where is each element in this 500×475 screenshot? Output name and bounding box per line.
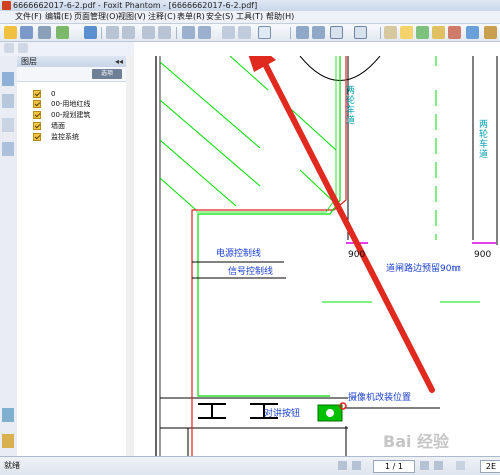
layer-visible-checkbox[interactable] <box>33 90 41 98</box>
dimension-900-right: 900 <box>474 250 492 260</box>
document-view[interactable]: 两轮车道 两轮车道 电源控制线 信号控制线 900 900 道闸路边预留90㎜ … <box>134 56 500 456</box>
toolbar-separator <box>380 27 381 39</box>
menu-help[interactable]: 帮助(H) <box>266 11 294 23</box>
redo-icon[interactable] <box>238 26 251 39</box>
baidu-watermark: Bai 经验 <box>383 432 450 451</box>
back-icon[interactable] <box>456 461 465 470</box>
menu-view[interactable]: 视图(V) <box>118 11 146 23</box>
main-toolbar <box>0 24 500 42</box>
menu-form[interactable]: 表单(R) <box>177 11 205 23</box>
search-icon[interactable] <box>4 43 14 53</box>
zoom-field[interactable]: 2E <box>480 460 500 473</box>
menu-security[interactable]: 安全(S) <box>206 11 233 23</box>
prev-page-icon[interactable] <box>352 461 361 470</box>
layer-label: 00-用地红线 <box>51 100 91 108</box>
layer-visible-checkbox[interactable] <box>33 133 41 141</box>
layer-visible-checkbox[interactable] <box>33 122 41 130</box>
open-icon[interactable] <box>4 26 17 39</box>
dimension-900-left: 900 <box>348 250 366 260</box>
scan-icon[interactable] <box>84 26 97 39</box>
layer-visible-checkbox[interactable] <box>33 100 41 108</box>
layers-tab-icon[interactable] <box>2 142 14 156</box>
toolbar-separator <box>290 27 291 39</box>
lane-label-right: 两轮车道 <box>479 120 489 160</box>
zoom-in-icon[interactable] <box>354 26 367 39</box>
zoom-out-icon[interactable] <box>330 26 343 39</box>
page-layout-icon[interactable] <box>182 26 195 39</box>
save-icon[interactable] <box>20 26 33 39</box>
layer-label: 墙面 <box>51 122 65 130</box>
intercom-button-label: 对讲按钮 <box>264 409 301 419</box>
next-page-icon[interactable] <box>420 461 429 470</box>
print-icon[interactable] <box>38 26 51 39</box>
panel-options-bar: 选项 <box>17 67 126 82</box>
app-icon <box>2 1 11 10</box>
status-bar: 就绪 1 / 1 2E <box>0 456 500 475</box>
snapshot-icon[interactable] <box>416 26 429 39</box>
last-page-icon[interactable] <box>434 461 443 470</box>
dropdown-icon[interactable] <box>18 43 28 53</box>
fit-page-icon[interactable] <box>296 26 309 39</box>
first-page-icon[interactable] <box>338 461 347 470</box>
cad-drawing <box>155 56 498 456</box>
annotate-icon[interactable] <box>432 26 445 39</box>
collapse-panel-icon[interactable]: ◂◂ <box>115 56 123 67</box>
window-title: 6666662017-6-2.pdf - Foxit Phantom - [66… <box>13 1 258 10</box>
attachments-tab-icon[interactable] <box>2 118 14 132</box>
forward-icon[interactable] <box>158 26 171 39</box>
prev-page-icon[interactable] <box>122 26 135 39</box>
layer-label: 0 <box>51 90 56 98</box>
layers-panel: 图层 ◂◂ 选项 0 00-用地红线 00-规划建筑 墙面 监控系统 <box>17 56 127 456</box>
bookmarks-tab-icon[interactable] <box>2 72 14 86</box>
pages-tab-icon[interactable] <box>2 94 14 108</box>
hand-tool-icon[interactable] <box>384 26 397 39</box>
back-icon[interactable] <box>142 26 155 39</box>
layer-visible-checkbox[interactable] <box>33 111 41 119</box>
signal-control-label: 信号控制线 <box>228 267 274 277</box>
search-toolbar <box>0 42 134 56</box>
camera-position-label: 摄像机改装位置 <box>348 393 412 403</box>
tools-icon[interactable] <box>484 26 497 39</box>
typewriter-icon[interactable] <box>448 26 461 39</box>
navigation-tab-strip <box>0 56 18 456</box>
fit-width-icon[interactable] <box>312 26 325 39</box>
toolbar-separator <box>101 27 102 39</box>
toolbar-separator <box>176 27 177 39</box>
select-text-icon[interactable] <box>400 26 413 39</box>
panel-header: 图层 ◂◂ <box>17 56 126 67</box>
panel-title: 图层 <box>21 57 37 66</box>
menu-edit[interactable]: 编辑(E) <box>45 11 72 23</box>
attachment-clip-icon[interactable] <box>2 434 14 448</box>
rotate-icon[interactable] <box>198 26 211 39</box>
find-icon[interactable] <box>466 26 479 39</box>
first-page-icon[interactable] <box>106 26 119 39</box>
options-button[interactable]: 选项 <box>92 69 122 79</box>
page-number-field[interactable]: 1 / 1 <box>373 460 415 473</box>
lane-label-left: 两轮车道 <box>346 86 356 126</box>
menu-file[interactable]: 文件(F) <box>15 11 42 23</box>
menu-bar: 文件(F) 编辑(E) 页面管理(O) 视图(V) 注释(C) 表单(R) 安全… <box>0 11 500 24</box>
info-icon[interactable] <box>2 408 14 422</box>
layer-label: 00-规划建筑 <box>51 111 91 119</box>
status-text: 就绪 <box>4 461 20 470</box>
zoom-tool-icon[interactable] <box>258 26 271 39</box>
menu-tools[interactable]: 工具(T) <box>236 11 263 23</box>
barrier-reserve-label: 道闸路边预留90㎜ <box>386 264 461 274</box>
menu-comment[interactable]: 注释(C) <box>148 11 176 23</box>
menu-page-manage[interactable]: 页面管理(O) <box>74 11 119 23</box>
power-control-label: 电源控制线 <box>216 249 262 259</box>
undo-icon[interactable] <box>222 26 235 39</box>
email-icon[interactable] <box>56 26 69 39</box>
layer-label: 监控系统 <box>51 133 79 141</box>
